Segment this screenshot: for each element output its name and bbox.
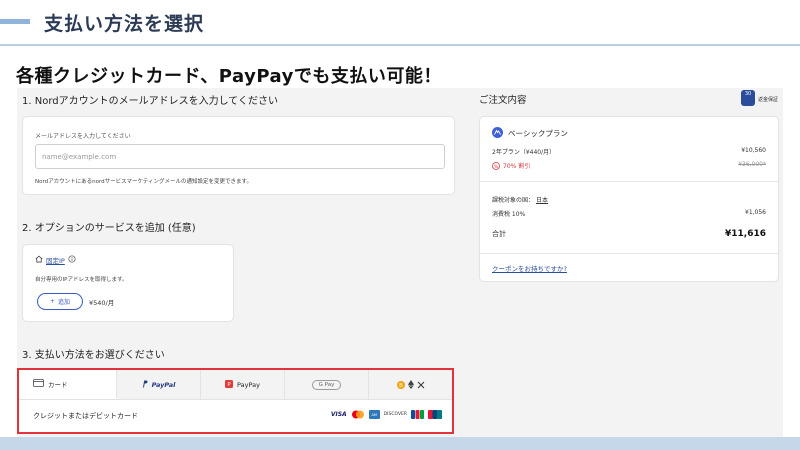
tab-paypal[interactable]: PayPal [117, 370, 201, 399]
xrp-icon [417, 381, 424, 388]
crypto-icon: B [396, 380, 425, 389]
coupon-link[interactable]: クーポンをお持ちですか? [492, 263, 567, 273]
option-price: ¥540/月 [89, 299, 115, 307]
mastercard-icon [351, 410, 365, 419]
add-option-label: 追加 [58, 299, 71, 306]
tax-row: 消費税 10% ¥1,056 [492, 209, 766, 218]
payment-tabs: カード PayPal P PayPay G Pay B [19, 370, 452, 400]
unionpay-icon [428, 410, 442, 419]
title-band: 支払い方法を選択 [0, 0, 800, 44]
tab-card-label: カード [48, 380, 68, 389]
step2-title: 2. オプションのサービスを追加 (任意) [22, 223, 196, 234]
selected-method-label: クレジットまたはデビットカード [33, 412, 138, 420]
add-option-button[interactable]: + 追加 [37, 293, 83, 310]
original-price: ¥36,000* [738, 161, 766, 168]
nordvpn-logo-icon [492, 127, 503, 140]
money-back-badge-icon: 30 [741, 90, 755, 106]
title-accent-bar [0, 19, 30, 24]
headline: 各種クレジットカード、PayPayでも支払い可能！ [16, 66, 442, 87]
tax-country-link[interactable]: 日本 [536, 195, 548, 204]
amex-icon: AM [368, 410, 380, 419]
plan-term-row: 2年プラン（¥440/月） ¥10,560 [492, 147, 766, 156]
discount-row: % 70% 割引 ¥36,000* [492, 161, 766, 170]
tax-country-row: 課税対象の国： 日本 [492, 195, 766, 204]
discover-icon: DISCOVER [383, 412, 407, 417]
step3-title: 3. 支払い方法をお選びください [22, 350, 165, 361]
option-header: 固定IP [35, 255, 76, 265]
discount-label: % 70% 割引 [492, 161, 531, 170]
email-label: メールアドレスを入力してください [35, 133, 131, 140]
home-icon [35, 255, 43, 265]
order-summary-title: ご注文内容 [479, 95, 527, 106]
summary-divider-bottom [480, 253, 778, 254]
option-name[interactable]: 固定IP [46, 255, 65, 265]
summary-divider [480, 181, 778, 182]
discount-icon: % [492, 161, 500, 170]
plan-term: 2年プラン（¥440/月） [492, 149, 556, 156]
email-card: メールアドレスを入力してください Nordアカウントにあるnordサービスマーケ… [22, 116, 455, 195]
tab-google-pay[interactable]: G Pay [285, 370, 369, 399]
google-pay-icon: G Pay [311, 379, 342, 390]
tax-country-label: 課税対象の国： [492, 197, 535, 204]
bottom-band [0, 437, 800, 450]
tab-paypay-label: PayPay [237, 380, 260, 389]
title-underline [0, 44, 800, 46]
visa-icon: VISA [330, 411, 347, 418]
money-back-label: 返金保証 [758, 97, 779, 103]
tab-paypal-label: PayPal [151, 380, 176, 389]
option-card: 固定IP 自分専用のIPアドレスを取得します。 + 追加 ¥540/月 [22, 244, 234, 322]
svg-text:B: B [399, 383, 403, 389]
plan-header: ベーシックプラン [492, 127, 568, 140]
total-label: 合計 [492, 230, 506, 238]
total-value: ¥11,616 [725, 229, 766, 239]
tab-crypto[interactable]: B [369, 370, 452, 399]
order-summary-card: ベーシックプラン 2年プラン（¥440/月） ¥10,560 % 70% 割引 … [479, 116, 779, 282]
plus-icon: + [49, 298, 55, 305]
tab-paypay[interactable]: P PayPay [201, 370, 285, 399]
step1-title: 1. Nordアカウントのメールアドレスを入力してください [22, 96, 279, 107]
plan-name: ベーシックプラン [508, 129, 568, 138]
ethereum-icon [407, 380, 414, 389]
tax-label: 消費税 10% [492, 211, 526, 218]
paypay-icon: P [225, 379, 234, 390]
bitcoin-icon: B [396, 380, 405, 389]
payment-method-panel: カード PayPal P PayPay G Pay B クレジットまたはデビット… [17, 368, 454, 434]
email-note: Nordアカウントにあるnordサービスマーケティングメールの通知設定を変更でき… [35, 179, 252, 185]
tax-value: ¥1,056 [745, 209, 766, 216]
checkout-screenshot: 1. Nordアカウントのメールアドレスを入力してください メールアドレスを入力… [17, 88, 783, 438]
email-field[interactable] [35, 144, 445, 169]
section-title: 支払い方法を選択 [44, 13, 205, 35]
info-icon[interactable] [68, 255, 76, 265]
paypal-icon [142, 380, 148, 390]
jcb-icon [411, 410, 424, 419]
plan-price: ¥10,560 [741, 147, 766, 154]
card-brand-logos: VISA AM DISCOVER [331, 410, 442, 419]
svg-text:%: % [494, 164, 499, 170]
option-description: 自分専用のIPアドレスを取得します。 [35, 277, 128, 283]
total-row: 合計 ¥11,616 [492, 229, 766, 239]
tab-card[interactable]: カード [19, 370, 117, 399]
credit-card-icon [33, 378, 44, 389]
